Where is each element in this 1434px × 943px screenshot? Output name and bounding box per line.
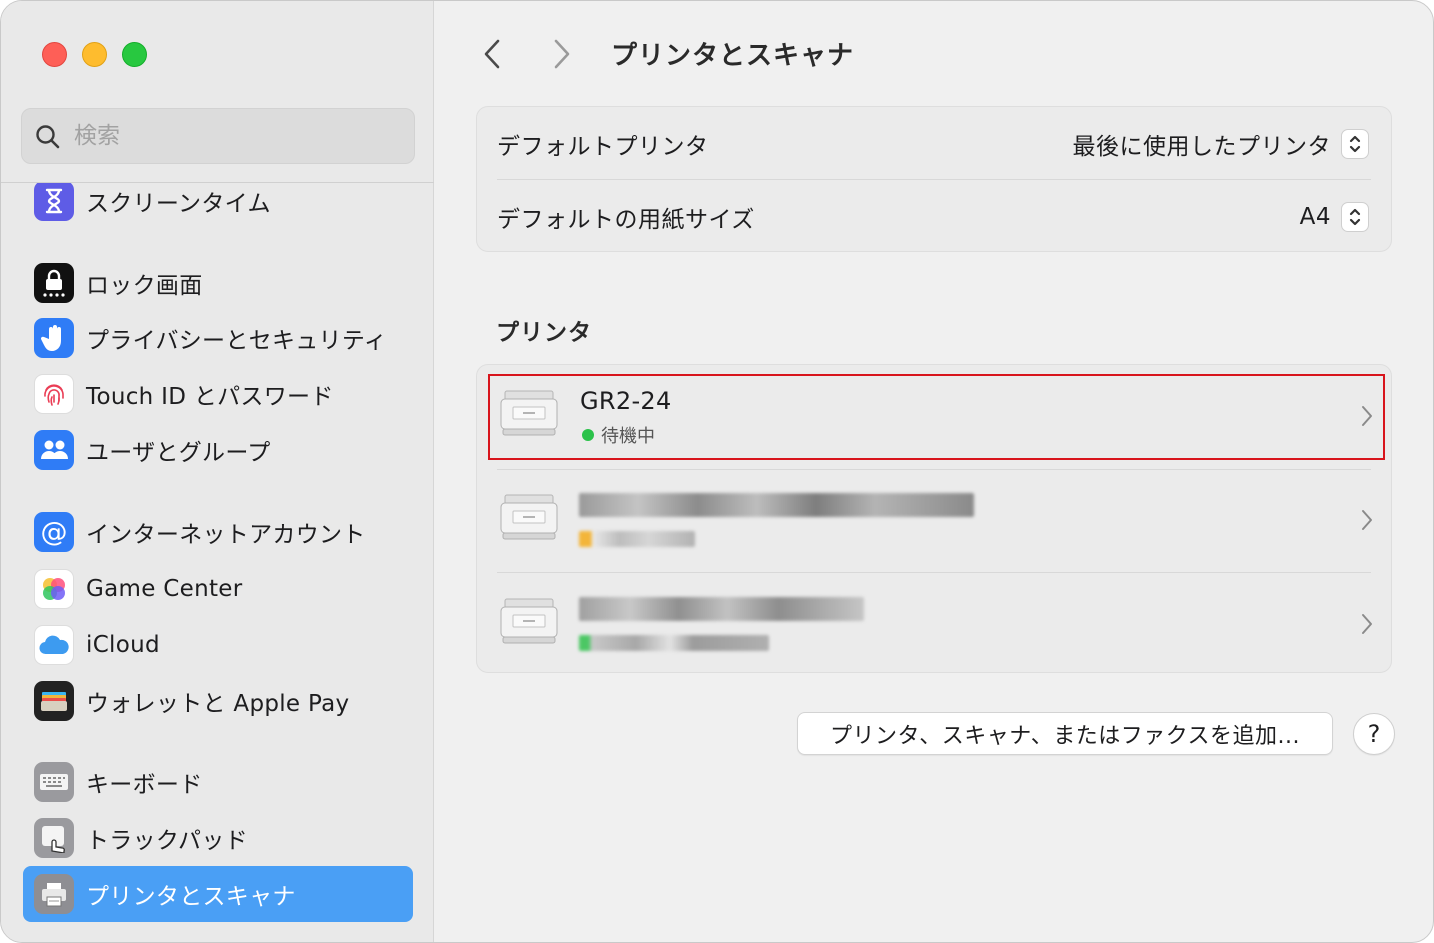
chevron-right-icon: [1362, 614, 1372, 634]
status-dot-icon: [582, 429, 594, 441]
sidebar-item-trackpad[interactable]: トラックパッド: [23, 810, 413, 866]
cloud-icon: [34, 625, 74, 665]
printers-section-title: プリンタ: [496, 320, 592, 346]
sidebar-item-screen-time[interactable]: スクリーンタイム: [23, 183, 413, 229]
chevron-right-icon: [1362, 406, 1372, 426]
sidebar-item-label: Game Center: [86, 576, 243, 602]
keyboard-icon: [34, 762, 74, 802]
main-pane: プリンタとスキャナ デフォルトプリンタ 最後に使用したプリンタ デフォルトの用紙…: [435, 1, 1433, 942]
sidebar-item-label: スクリーンタイム: [86, 191, 271, 217]
sidebar-item-lock-screen[interactable]: ロック画面: [23, 255, 413, 311]
sidebar-item-printers-scanners[interactable]: プリンタとスキャナ: [23, 866, 413, 922]
printer-row-redacted[interactable]: [477, 573, 1393, 677]
sidebar-item-label: ロック画面: [86, 273, 203, 299]
chevron-right-icon: [554, 39, 570, 69]
redacted-printer-name: [579, 493, 974, 517]
default-printer-value[interactable]: 最後に使用したプリンタ: [1073, 127, 1332, 161]
redacted-printer-name: [579, 597, 864, 621]
zoom-window-button[interactable]: [122, 42, 147, 67]
default-paper-size-value[interactable]: A4: [1300, 204, 1331, 230]
sidebar-item-touch-id[interactable]: Touch ID とパスワード: [23, 366, 413, 422]
game-center-icon: [34, 569, 74, 609]
sidebar-item-wallet[interactable]: ウォレットと Apple Pay: [23, 673, 413, 729]
forward-button[interactable]: [547, 37, 577, 71]
hourglass-icon: [34, 183, 74, 221]
redacted-printer-status: [579, 531, 695, 547]
default-paper-size-label: デフォルトの用紙サイズ: [497, 206, 755, 233]
chevron-left-icon: [484, 39, 500, 69]
add-printer-button[interactable]: プリンタ、スキャナ、またはファクスを追加...: [797, 712, 1333, 755]
default-paper-size-row: デフォルトの用紙サイズ A4: [477, 180, 1393, 253]
at-icon: @: [34, 512, 74, 552]
sidebar-item-label: iCloud: [86, 632, 160, 658]
printer-icon: [500, 598, 558, 644]
sidebar-item-internet-accounts[interactable]: @ インターネットアカウント: [23, 504, 413, 560]
settings-window: スクリーンタイム ロック画面 プライバシーとセキュリティ Touch ID とパ…: [0, 0, 1434, 943]
lock-screen-icon: [34, 263, 74, 303]
default-paper-size-popup[interactable]: [1341, 201, 1369, 232]
printer-row[interactable]: GR2-24 待機中: [477, 365, 1393, 469]
sidebar-item-label: プライバシーとセキュリティ: [86, 328, 388, 354]
default-printer-row: デフォルトプリンタ 最後に使用したプリンタ: [477, 107, 1393, 180]
sidebar-item-users-groups[interactable]: ユーザとグループ: [23, 422, 413, 478]
printer-name: GR2-24: [580, 387, 672, 415]
sidebar-item-label: トラックパッド: [86, 828, 248, 854]
sidebar-item-label: プリンタとスキャナ: [86, 884, 296, 910]
close-window-button[interactable]: [42, 42, 67, 67]
sidebar: スクリーンタイム ロック画面 プライバシーとセキュリティ Touch ID とパ…: [1, 1, 434, 942]
minimize-window-button[interactable]: [82, 42, 107, 67]
chevron-up-down-icon: [1349, 135, 1361, 152]
sidebar-item-label: ユーザとグループ: [86, 440, 271, 466]
chevron-up-down-icon: [1349, 208, 1361, 225]
wallet-icon: [34, 681, 74, 721]
search-field[interactable]: [21, 108, 415, 164]
users-icon: [34, 430, 74, 470]
default-printer-label: デフォルトプリンタ: [497, 133, 709, 160]
sidebar-item-label: インターネットアカウント: [86, 522, 366, 548]
printer-row-redacted[interactable]: [477, 469, 1393, 573]
sidebar-item-label: ウォレットと Apple Pay: [86, 691, 350, 717]
default-printer-popup[interactable]: [1341, 128, 1369, 159]
sidebar-item-icloud[interactable]: iCloud: [23, 617, 413, 673]
printer-status-text: 待機中: [601, 426, 655, 447]
help-button[interactable]: ?: [1353, 713, 1395, 755]
back-button[interactable]: [477, 37, 507, 71]
fingerprint-icon: [34, 374, 74, 414]
printers-card: GR2-24 待機中: [476, 364, 1392, 673]
printer-icon: [500, 390, 558, 436]
sidebar-item-label: キーボード: [86, 772, 203, 798]
redacted-printer-status: [579, 635, 769, 651]
sidebar-item-label: Touch ID とパスワード: [86, 384, 334, 410]
search-input[interactable]: [74, 119, 404, 153]
search-icon: [36, 125, 60, 149]
sidebar-item-privacy-security[interactable]: プライバシーとセキュリティ: [23, 310, 413, 366]
page-title: プリンタとスキャナ: [611, 41, 855, 71]
chevron-right-icon: [1362, 510, 1372, 530]
defaults-card: デフォルトプリンタ 最後に使用したプリンタ デフォルトの用紙サイズ A4: [476, 106, 1392, 252]
printer-status: 待機中: [582, 422, 655, 448]
sidebar-list: スクリーンタイム ロック画面 プライバシーとセキュリティ Touch ID とパ…: [1, 183, 434, 942]
printer-icon: [500, 494, 558, 540]
sidebar-item-keyboard[interactable]: キーボード: [23, 754, 413, 810]
printer-icon: [34, 874, 74, 914]
sidebar-item-game-center[interactable]: Game Center: [23, 561, 413, 617]
hand-icon: [34, 318, 74, 358]
trackpad-icon: [34, 818, 74, 858]
